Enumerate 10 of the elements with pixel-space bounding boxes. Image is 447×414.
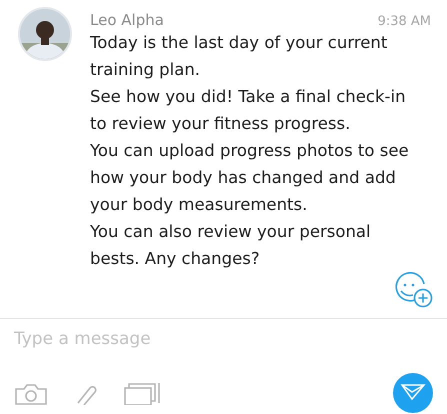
message-text: You can also review your personal bests. Any changes? <box>90 221 372 270</box>
camera-icon[interactable] <box>14 381 48 405</box>
message-time: 9:38 AM <box>378 14 431 29</box>
sender-name: Leo Alpha <box>90 11 164 29</box>
add-emoji-icon[interactable] <box>395 272 433 308</box>
message-text: You can upload progress photos to see how your body has changed and add your body measurements. <box>90 140 410 216</box>
message-text: Today is the last day of your current training plan. <box>90 32 388 81</box>
send-button[interactable] <box>393 373 433 413</box>
message-text: See how you did! Take a final check-in to review your fitness progress. <box>90 86 407 135</box>
gallery-icon[interactable] <box>124 381 162 405</box>
